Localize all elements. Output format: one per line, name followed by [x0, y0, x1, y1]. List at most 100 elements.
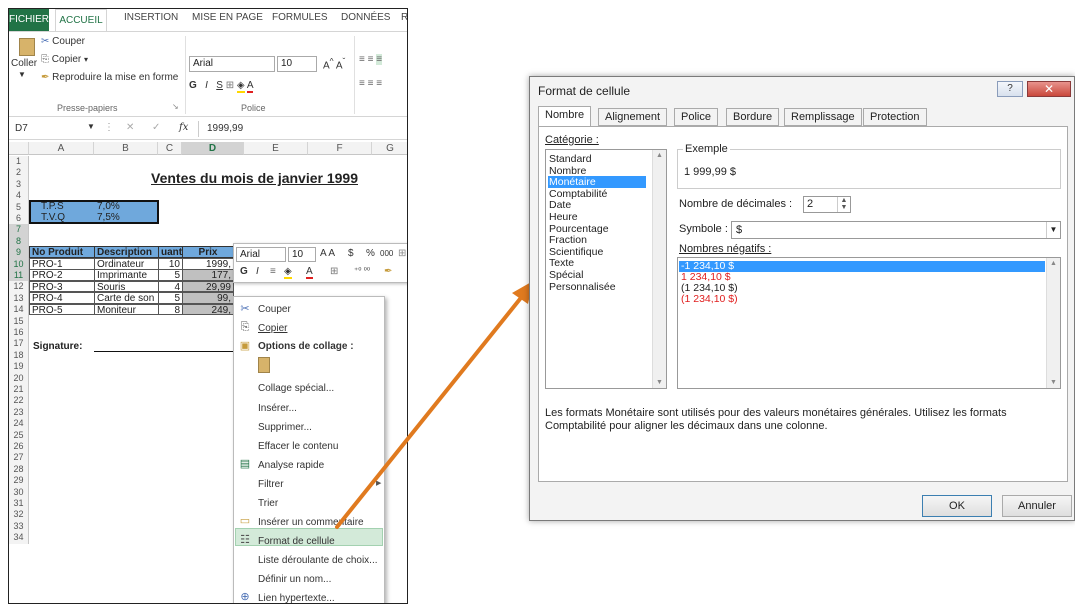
category-item[interactable]: Pourcentage	[549, 223, 609, 235]
cell-description[interactable]: Ordinateur	[94, 258, 159, 270]
confirm-icon[interactable]: ✓	[152, 122, 160, 133]
font-size-select[interactable]: 10	[277, 56, 317, 72]
cell-quantite[interactable]: 10	[158, 258, 183, 270]
help-button[interactable]: ?	[997, 81, 1023, 97]
category-item[interactable]: Comptabilité	[549, 188, 607, 200]
row-header[interactable]: 6	[9, 213, 29, 225]
category-item[interactable]: Monétaire	[548, 176, 646, 189]
category-list[interactable]: ▲ ▼ Standard Nombre Monétaire Comptabilité Da…	[545, 149, 667, 389]
mini-align-icon[interactable]: ≡	[270, 266, 276, 277]
scroll-up-icon[interactable]: ▲	[653, 152, 666, 159]
column-header-a[interactable]: A	[29, 142, 94, 155]
row-header[interactable]: 4	[9, 190, 29, 202]
tab-alignement[interactable]: Alignement	[598, 108, 668, 126]
bold-button[interactable]: G	[189, 80, 197, 91]
row-header[interactable]: 33	[9, 520, 29, 533]
mini-size-select[interactable]: 10	[288, 247, 316, 262]
header-quantite[interactable]: uanti	[158, 246, 183, 258]
align-icon[interactable]: ≡ ≡ ≡	[359, 54, 383, 65]
row-header[interactable]: 32	[9, 509, 29, 521]
row-header[interactable]: 2	[9, 167, 29, 179]
chevron-down-icon[interactable]: ▼	[18, 70, 26, 79]
fill-color-icon[interactable]: ◈	[236, 80, 245, 93]
row-header[interactable]: 9	[9, 247, 29, 259]
category-item[interactable]: Fraction	[549, 234, 587, 246]
column-header-c[interactable]: C	[158, 142, 182, 155]
column-header-e[interactable]: E	[244, 142, 308, 155]
formula-input[interactable]: 1999,99	[207, 123, 243, 134]
row-header[interactable]: 17	[9, 338, 29, 350]
mini-italic-button[interactable]: I	[256, 266, 259, 277]
row-header[interactable]: 14	[9, 304, 29, 316]
row-header[interactable]: 26	[9, 441, 29, 453]
category-scrollbar[interactable]: ▲ ▼	[652, 150, 666, 388]
row-header[interactable]: 23	[9, 406, 29, 419]
sheet-title[interactable]: Ventes du mois de janvier 1999	[149, 170, 360, 187]
mini-decimal-icon[interactable]: ⁺⁰ ⁰⁰	[354, 266, 370, 275]
category-item[interactable]: Heure	[549, 211, 578, 223]
row-header[interactable]: 10	[9, 258, 29, 270]
category-item[interactable]: Texte	[549, 257, 574, 269]
column-header-b[interactable]: B	[94, 142, 158, 155]
name-box[interactable]: D7	[15, 123, 28, 134]
copy-button[interactable]: ⎘ Copier ▾	[41, 54, 88, 65]
negatives-scrollbar[interactable]: ▲ ▼	[1046, 258, 1060, 388]
menu-item-insert[interactable]: Insérer...	[258, 403, 297, 414]
mini-table-icon[interactable]: ⊞	[398, 248, 406, 259]
menu-item-quick-analysis[interactable]: Analyse rapide	[258, 460, 324, 471]
menu-item-paste-special[interactable]: Collage spécial...	[258, 383, 334, 394]
cancel-button[interactable]: Annuler	[1002, 495, 1072, 517]
negative-option[interactable]: (1 234,10 $)	[681, 294, 738, 305]
menu-item-dropdown-list[interactable]: Liste déroulante de choix...	[258, 555, 378, 566]
mini-bold-button[interactable]: G	[240, 266, 248, 277]
paste-icon[interactable]	[19, 38, 35, 56]
header-description[interactable]: Description	[94, 246, 159, 258]
chevron-down-icon[interactable]: ▼	[1046, 222, 1060, 238]
row-header[interactable]: 30	[9, 486, 29, 498]
row-header[interactable]: 16	[9, 327, 29, 339]
category-item[interactable]: Date	[549, 199, 571, 211]
tab-donnees[interactable]: DONNÉES	[341, 12, 390, 23]
dialog-launcher-icon[interactable]: ↘	[172, 102, 179, 111]
row-header[interactable]: 27	[9, 452, 29, 464]
tab-bordure[interactable]: Bordure	[726, 108, 780, 126]
mini-grow-font-icon[interactable]: A A	[320, 248, 335, 259]
row-header[interactable]: 31	[9, 498, 29, 510]
cell-description[interactable]: Moniteur	[94, 303, 159, 316]
grow-font-icon[interactable]: A^ Aˇ	[323, 56, 345, 71]
paste-option-icon[interactable]	[258, 357, 270, 373]
menu-item-format-cells[interactable]: Format de cellule	[258, 536, 335, 547]
paste-button[interactable]: Coller	[11, 58, 37, 69]
mini-borders-icon[interactable]: ⊞	[330, 266, 338, 277]
mini-format-painter-icon[interactable]: ✒	[384, 266, 392, 277]
cut-button[interactable]: ✂ Couper	[41, 36, 85, 47]
row-header[interactable]: 12	[9, 281, 29, 293]
borders-icon[interactable]: ⊞	[226, 80, 237, 91]
signature-label[interactable]: Signature:	[31, 341, 84, 352]
row-header[interactable]: 34	[9, 532, 29, 544]
tab-police[interactable]: Police	[674, 108, 718, 126]
row-header[interactable]: 24	[9, 418, 29, 430]
tvq-value[interactable]: 7,5%	[95, 212, 122, 223]
cell-no-produit[interactable]: PRO-3	[29, 280, 95, 293]
column-header-g[interactable]: G	[372, 142, 407, 155]
align-horizontal-icon[interactable]: ≡ ≡ ≡	[359, 78, 382, 89]
menu-item-cut[interactable]: Couper	[258, 304, 291, 315]
cell-prix[interactable]: 177,	[182, 269, 234, 281]
mini-font-select[interactable]: Arial	[236, 247, 286, 262]
symbol-select[interactable]: $ ▼	[731, 221, 1061, 239]
italic-button[interactable]: I	[205, 80, 208, 91]
row-header[interactable]: 11	[9, 270, 29, 282]
cell-quantite[interactable]: 5	[158, 269, 183, 281]
ok-button[interactable]: OK	[922, 495, 992, 517]
mini-currency-button[interactable]: $	[348, 248, 354, 259]
row-header[interactable]: 7	[9, 224, 29, 236]
cancel-icon[interactable]: ✕	[126, 122, 134, 133]
negative-option[interactable]: -1 234,10 $	[679, 261, 1045, 272]
column-header-d[interactable]: D	[182, 142, 244, 155]
row-header[interactable]: 8	[9, 235, 29, 248]
cell-quantite[interactable]: 8	[158, 303, 183, 316]
tab-insertion[interactable]: INSERTION	[124, 12, 178, 23]
cell-no-produit[interactable]: PRO-2	[29, 269, 95, 281]
cell-no-produit[interactable]: PRO-1	[29, 258, 95, 270]
